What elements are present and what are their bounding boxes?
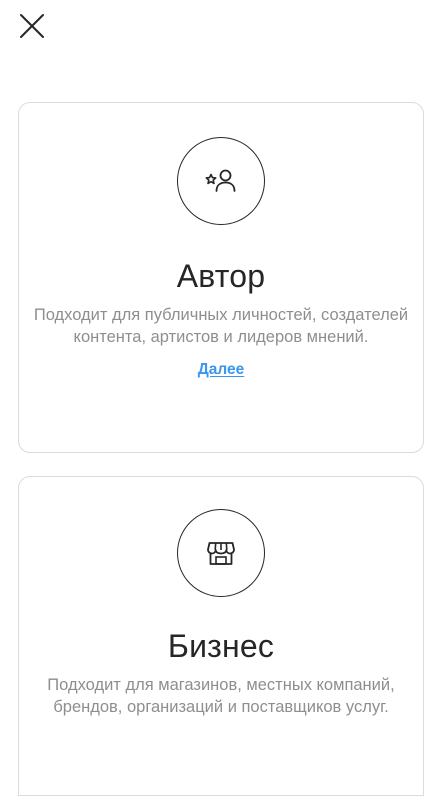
creator-icon-circle bbox=[177, 137, 265, 225]
close-icon[interactable] bbox=[19, 13, 45, 39]
card-description-business: Подходит для магазинов, местных компаний… bbox=[47, 676, 395, 716]
card-title-business: Бизнес bbox=[167, 628, 275, 664]
card-title-creator: Автор bbox=[176, 258, 266, 294]
business-account-card[interactable]: Бизнес Подходит для магазинов, местных к… bbox=[18, 476, 424, 796]
storefront-icon bbox=[207, 542, 235, 565]
card-description-creator: Подходит для публичных личностей, создат… bbox=[33, 306, 409, 346]
creator-account-card[interactable]: Автор Подходит для публичных личностей, … bbox=[18, 102, 424, 453]
business-icon-circle bbox=[177, 509, 265, 597]
next-link[interactable]: Далее bbox=[198, 361, 245, 379]
close-button[interactable] bbox=[14, 8, 50, 44]
creator-star-person-icon bbox=[205, 169, 236, 192]
